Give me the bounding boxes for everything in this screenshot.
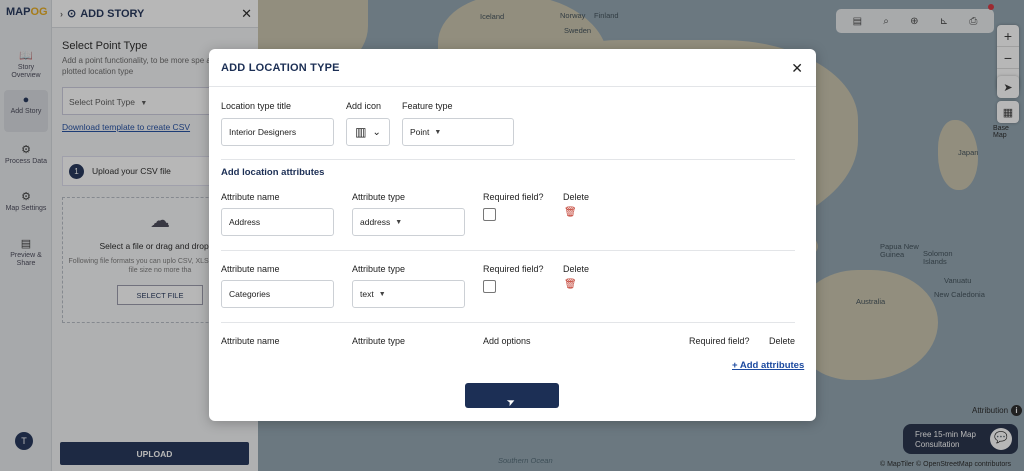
- attribute-type-select[interactable]: text ▼: [352, 280, 465, 308]
- required-field-label: Required field?: [689, 336, 750, 346]
- attribute-name-label: Attribute name: [221, 192, 280, 202]
- delete-label: Delete: [563, 192, 590, 202]
- feature-type-value: Point: [410, 127, 430, 137]
- attribute-type-value: address: [360, 217, 391, 227]
- delete-label: Delete: [769, 336, 796, 346]
- location-type-title-label: Location type title: [221, 101, 292, 111]
- divider: [221, 250, 795, 251]
- caret-down-icon: ▼: [395, 218, 403, 226]
- feature-type-select[interactable]: Point ▼: [402, 118, 514, 146]
- required-field-label: Required field?: [483, 192, 544, 202]
- building-icon: ▥: [355, 125, 367, 139]
- attribute-name-label: Attribute name: [221, 336, 280, 346]
- attribute-type-select[interactable]: address ▼: [352, 208, 465, 236]
- close-icon[interactable]: ✕: [791, 60, 803, 77]
- add-icon-label: Add icon: [346, 101, 382, 111]
- icon-picker[interactable]: ▥ ⌄: [346, 118, 390, 146]
- delete-label: Delete: [563, 264, 590, 274]
- modal-title: ADD LOCATION TYPE: [209, 49, 816, 87]
- add-options-label: Add options: [483, 336, 531, 346]
- attribute-type-value: text: [360, 289, 374, 299]
- divider: [221, 322, 795, 323]
- trash-icon[interactable]: 🗑: [564, 207, 577, 218]
- location-type-title-input[interactable]: Interior Designers: [221, 118, 334, 146]
- attribute-type-label: Attribute type: [352, 192, 406, 202]
- feature-type-label: Feature type: [402, 101, 453, 111]
- add-attributes-link[interactable]: + Add attributes: [732, 360, 804, 371]
- attributes-section-title: Add location attributes: [221, 167, 325, 178]
- required-checkbox[interactable]: [483, 280, 496, 293]
- add-location-type-modal: ADD LOCATION TYPE ✕ Location type title …: [209, 49, 816, 421]
- trash-icon[interactable]: 🗑: [564, 279, 577, 290]
- attribute-type-label: Attribute type: [352, 264, 406, 274]
- attribute-name-input[interactable]: Address: [221, 208, 334, 236]
- required-checkbox[interactable]: [483, 208, 496, 221]
- attribute-name-input[interactable]: Categories: [221, 280, 334, 308]
- chevron-down-icon: ⌄: [372, 126, 381, 138]
- required-field-label: Required field?: [483, 264, 544, 274]
- attribute-type-label: Attribute type: [352, 336, 406, 346]
- attribute-name-label: Attribute name: [221, 264, 280, 274]
- caret-down-icon: ▼: [378, 290, 386, 298]
- divider: [221, 159, 795, 160]
- caret-down-icon: ▼: [434, 128, 442, 136]
